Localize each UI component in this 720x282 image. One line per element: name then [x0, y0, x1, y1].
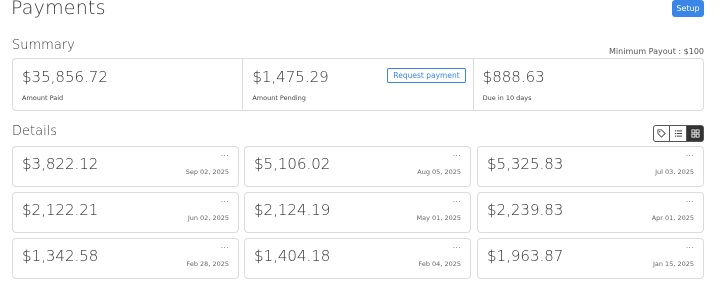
summary-label: Due in 10 days: [482, 94, 532, 102]
tag-icon: [657, 126, 666, 141]
detail-amount: $1,342.58: [22, 247, 99, 265]
details-title: Details: [12, 124, 58, 139]
summary-card: $35,856.72 Amount Paid $1,475.29 Request…: [12, 58, 704, 111]
detail-date: Feb 04, 2025: [418, 260, 461, 268]
more-options-icon[interactable]: ···: [686, 245, 694, 252]
view-toggle: [653, 125, 704, 142]
more-options-icon[interactable]: ···: [221, 245, 229, 252]
summary-amount: $1,475.29: [252, 68, 329, 86]
grid-view-button[interactable]: [687, 125, 704, 142]
detail-card[interactable]: $3,822.12 ··· Sep 02, 2025: [12, 146, 239, 187]
detail-card[interactable]: $5,106.02 ··· Aug 05, 2025: [244, 146, 471, 187]
detail-card[interactable]: $2,239.83 ··· Apr 01, 2025: [477, 192, 704, 233]
detail-amount: $2,124.19: [254, 201, 331, 219]
detail-date: Jan 15, 2025: [652, 260, 694, 268]
detail-date: Sep 02, 2025: [185, 168, 229, 176]
page-title: Payments: [11, 0, 106, 19]
summary-cell-due: $888.63 Due in 10 days: [474, 59, 703, 110]
grid-icon: [690, 126, 700, 141]
detail-card[interactable]: $5,325.83 ··· Jul 03, 2025: [477, 146, 704, 187]
summary-amount: $35,856.72: [22, 68, 108, 86]
detail-card[interactable]: $2,122.21 ··· Jun 02, 2025: [12, 192, 239, 233]
more-options-icon[interactable]: ···: [221, 153, 229, 160]
detail-date: Aug 05, 2025: [417, 168, 461, 176]
more-options-icon[interactable]: ···: [686, 153, 694, 160]
detail-card[interactable]: $1,404.18 ··· Feb 04, 2025: [244, 238, 471, 279]
summary-cell-amount-pending: $1,475.29 Request payment Amount Pending: [243, 59, 474, 110]
min-payout-text: Minimum Payout : $100: [609, 47, 704, 56]
detail-amount: $2,239.83: [487, 201, 564, 219]
more-options-icon[interactable]: ···: [453, 153, 461, 160]
detail-amount: $1,963.87: [487, 247, 564, 265]
summary-amount: $888.63: [482, 68, 545, 86]
detail-card[interactable]: $1,963.87 ··· Jan 15, 2025: [477, 238, 704, 279]
list-icon: [674, 126, 683, 141]
request-payment-button[interactable]: Request payment: [387, 68, 466, 83]
detail-amount: $5,106.02: [254, 155, 331, 173]
detail-date: Feb 28, 2025: [186, 260, 229, 268]
detail-card[interactable]: $1,342.58 ··· Feb 28, 2025: [12, 238, 239, 279]
summary-label: Amount Pending: [252, 94, 306, 102]
tag-view-button[interactable]: [653, 125, 670, 142]
detail-amount: $3,822.12: [22, 155, 99, 173]
detail-card[interactable]: $2,124.19 ··· May 01, 2025: [244, 192, 471, 233]
detail-amount: $2,122.21: [22, 201, 99, 219]
detail-amount: $5,325.83: [487, 155, 564, 173]
more-options-icon[interactable]: ···: [221, 199, 229, 206]
summary-cell-amount-paid: $35,856.72 Amount Paid: [13, 59, 244, 110]
detail-date: Jun 02, 2025: [187, 214, 229, 222]
detail-amount: $1,404.18: [254, 247, 331, 265]
more-options-icon[interactable]: ···: [453, 245, 461, 252]
detail-date: Jul 03, 2025: [655, 168, 694, 176]
setup-button[interactable]: Setup: [672, 0, 704, 17]
list-view-button[interactable]: [670, 125, 687, 142]
more-options-icon[interactable]: ···: [686, 199, 694, 206]
more-options-icon[interactable]: ···: [453, 199, 461, 206]
detail-date: May 01, 2025: [416, 214, 461, 222]
summary-label: Amount Paid: [22, 94, 64, 102]
detail-date: Apr 01, 2025: [651, 214, 694, 222]
summary-title: Summary: [12, 38, 75, 53]
